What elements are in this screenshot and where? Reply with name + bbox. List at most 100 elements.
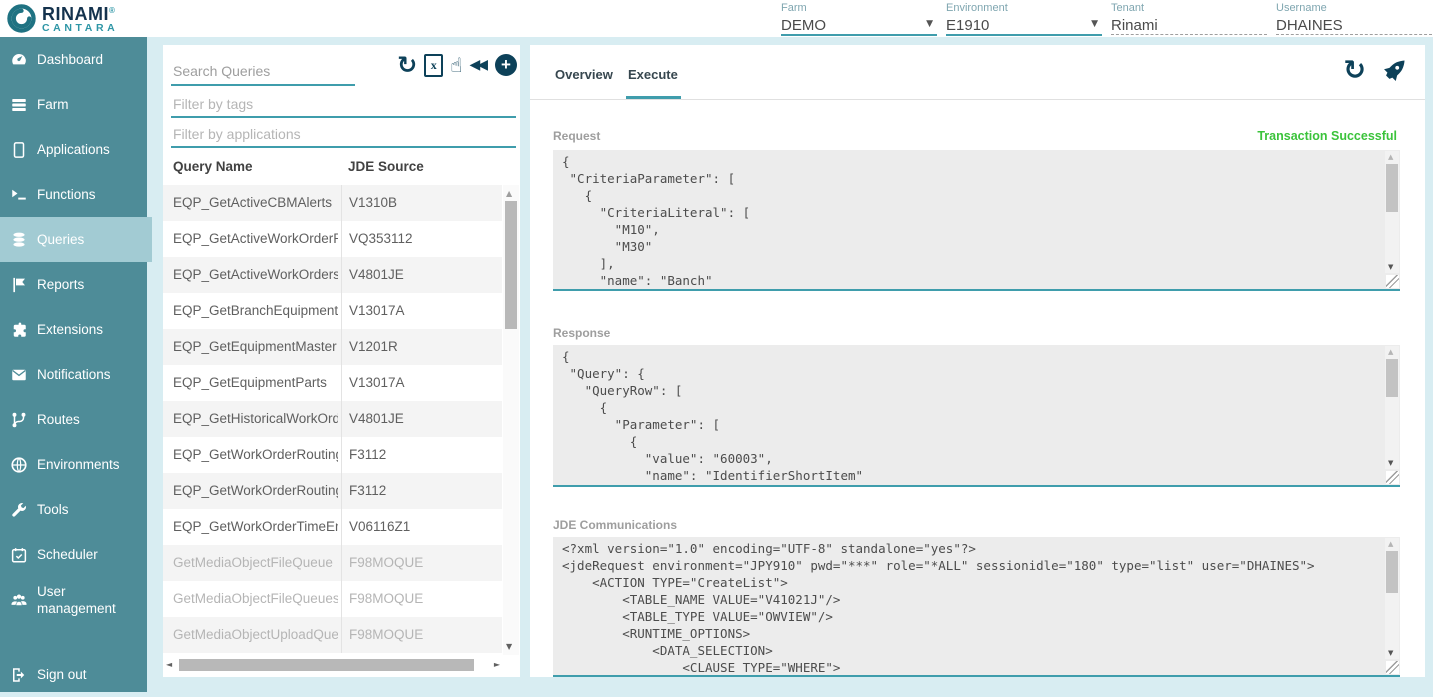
excel-export-icon[interactable]: x xyxy=(424,54,443,77)
sidebar-item-label: User management xyxy=(37,583,147,617)
table-row[interactable]: EQP_GetWorkOrderRouting F3112 xyxy=(163,437,502,473)
scroll-up-icon[interactable]: ▲ xyxy=(1388,153,1393,161)
envelope-icon xyxy=(10,366,28,384)
sidebar-item-user-management[interactable]: User management xyxy=(0,577,147,622)
table-vertical-scrollbar[interactable]: ▲ ▼ xyxy=(503,185,519,655)
scroll-up-icon[interactable]: ▲ xyxy=(1388,540,1393,548)
sidebar-item-dashboard[interactable]: Dashboard xyxy=(0,37,147,82)
wrench-icon xyxy=(10,501,28,519)
resize-handle-icon[interactable] xyxy=(1386,471,1399,484)
sidebar-item-applications[interactable]: Applications xyxy=(0,127,147,172)
sync-icon[interactable]: ↻ xyxy=(397,53,417,77)
jde-source-cell: V4801JE xyxy=(349,267,489,282)
search-input[interactable] xyxy=(171,58,355,86)
add-icon[interactable]: + xyxy=(495,54,517,76)
sidebar-item-label: Functions xyxy=(37,187,96,202)
sidebar-item-sign-out[interactable]: Sign out xyxy=(0,652,147,697)
scroll-down-icon[interactable]: ▼ xyxy=(1388,263,1393,271)
sidebar-item-extensions[interactable]: Extensions xyxy=(0,307,147,352)
device-icon xyxy=(10,141,28,159)
tab-execute[interactable]: Execute xyxy=(628,67,678,82)
username-value: DHAINES xyxy=(1276,16,1432,35)
sidebar-item-scheduler[interactable]: Scheduler xyxy=(0,532,147,577)
sidebar-item-label: Reports xyxy=(37,277,84,292)
scroll-up-icon[interactable]: ▲ xyxy=(1388,348,1393,356)
request-textarea[interactable]: { "CriteriaParameter": [ { "CriteriaLite… xyxy=(553,150,1400,291)
response-textarea[interactable]: { "Query": { "QueryRow": [ { "Parameter"… xyxy=(553,345,1400,487)
table-row[interactable]: EQP_GetEquipmentMaster V1201R xyxy=(163,329,502,365)
sidebar-item-routes[interactable]: Routes xyxy=(0,397,147,442)
scrollbar-thumb[interactable] xyxy=(1386,164,1398,212)
environment-select[interactable]: Environment E1910 ▼ xyxy=(946,2,1102,36)
registered-mark: ® xyxy=(109,6,115,15)
table-row[interactable]: EQP_GetEquipmentParts V13017A xyxy=(163,365,502,401)
table-row[interactable]: EQP_GetActiveWorkOrders V4801JE xyxy=(163,257,502,293)
terminal-icon xyxy=(10,186,28,204)
sidebar-item-label: Tools xyxy=(37,502,69,517)
jde-communications-content: <?xml version="1.0" encoding="UTF-8" sta… xyxy=(562,540,1382,675)
sidebar-item-tools[interactable]: Tools xyxy=(0,487,147,532)
textarea-scrollbar[interactable]: ▲ ▼ xyxy=(1385,538,1399,659)
scroll-down-icon[interactable]: ▼ xyxy=(1388,459,1393,467)
scroll-right-icon[interactable]: ► xyxy=(494,660,500,669)
table-row-disabled[interactable]: GetMediaObjectFileQueues F98MOQUE xyxy=(163,581,502,617)
brand-line1: RINAMI xyxy=(42,4,109,24)
resize-handle-icon[interactable] xyxy=(1386,275,1399,288)
tab-overview[interactable]: Overview xyxy=(555,67,613,82)
query-name-cell: GetMediaObjectFileQueue xyxy=(173,555,338,570)
hand-pointer-icon[interactable]: ☝ xyxy=(450,53,462,77)
table-row[interactable]: EQP_GetWorkOrderRouting F3112 xyxy=(163,473,502,509)
sidebar-item-farm[interactable]: Farm xyxy=(0,82,147,127)
filter-applications-input[interactable] xyxy=(171,121,516,148)
table-row[interactable]: EQP_GetActiveCBMAlerts V1310B xyxy=(163,185,502,221)
scroll-down-icon[interactable]: ▼ xyxy=(506,642,512,651)
scrollbar-thumb[interactable] xyxy=(505,201,517,329)
jde-source-cell: F3112 xyxy=(349,483,489,498)
table-horizontal-scrollbar[interactable]: ◄ ► xyxy=(163,657,503,673)
refresh-icon[interactable]: ↻ xyxy=(1343,57,1366,85)
farm-select[interactable]: Farm DEMO ▼ xyxy=(781,2,937,36)
scroll-up-icon[interactable]: ▲ xyxy=(506,189,512,198)
collapse-icon[interactable]: ◀◀ xyxy=(469,57,488,73)
table-row[interactable]: EQP_GetWorkOrderTimeEn V06116Z1 xyxy=(163,509,502,545)
sidebar-item-environments[interactable]: Environments xyxy=(0,442,147,487)
jde-source-cell: V13017A xyxy=(349,303,489,318)
environment-value: E1910 xyxy=(946,16,1102,35)
query-name-cell: EQP_GetWorkOrderRouting xyxy=(173,447,338,462)
sidebar-item-queries[interactable]: Queries xyxy=(0,217,152,262)
jde-communications-textarea[interactable]: <?xml version="1.0" encoding="UTF-8" sta… xyxy=(553,537,1400,677)
request-content: { "CriteriaParameter": [ { "CriteriaLite… xyxy=(562,153,1382,289)
textarea-scrollbar[interactable]: ▲ ▼ xyxy=(1385,346,1399,469)
scrollbar-thumb[interactable] xyxy=(1386,359,1398,397)
farm-label: Farm xyxy=(781,2,937,14)
jde-source-cell: F98MOQUE xyxy=(349,591,489,606)
textarea-scrollbar[interactable]: ▲ ▼ xyxy=(1385,151,1399,273)
rocket-icon[interactable] xyxy=(1380,58,1407,85)
username-label: Username xyxy=(1276,2,1432,14)
scrollbar-thumb[interactable] xyxy=(1386,551,1398,593)
request-label: Request xyxy=(553,129,600,143)
globe-icon xyxy=(10,456,28,474)
query-name-cell: GetMediaObjectFileQueues xyxy=(173,591,338,606)
scroll-left-icon[interactable]: ◄ xyxy=(166,660,172,669)
table-row[interactable]: EQP_GetActiveWorkOrderR VQ353112 xyxy=(163,221,502,257)
filter-tags-input[interactable] xyxy=(171,91,516,118)
table-row-disabled[interactable]: GetMediaObjectFileQueue F98MOQUE xyxy=(163,545,502,581)
sidebar-item-label: Farm xyxy=(37,97,69,112)
sidebar-item-functions[interactable]: Functions xyxy=(0,172,147,217)
scrollbar-thumb[interactable] xyxy=(179,659,474,671)
brand-text: RINAMI® CANTARA xyxy=(42,2,118,34)
table-row[interactable]: EQP_GetBranchEquipment V13017A xyxy=(163,293,502,329)
scroll-down-icon[interactable]: ▼ xyxy=(1388,649,1393,657)
table-row[interactable]: EQP_GetHistoricalWorkOrd V4801JE xyxy=(163,401,502,437)
sidebar-item-reports[interactable]: Reports xyxy=(0,262,147,307)
resize-handle-icon[interactable] xyxy=(1386,661,1399,674)
execute-toolbar: ↻ xyxy=(1343,57,1407,85)
sidebar-item-notifications[interactable]: Notifications xyxy=(0,352,147,397)
sidebar-item-label: Routes xyxy=(37,412,80,427)
sidebar-item-label: Queries xyxy=(37,232,84,247)
query-table: EQP_GetActiveCBMAlerts V1310B EQP_GetAct… xyxy=(163,185,502,653)
users-icon xyxy=(10,591,28,609)
database-icon xyxy=(10,231,28,249)
table-row-disabled[interactable]: GetMediaObjectUploadQue F98MOQUE xyxy=(163,617,502,653)
